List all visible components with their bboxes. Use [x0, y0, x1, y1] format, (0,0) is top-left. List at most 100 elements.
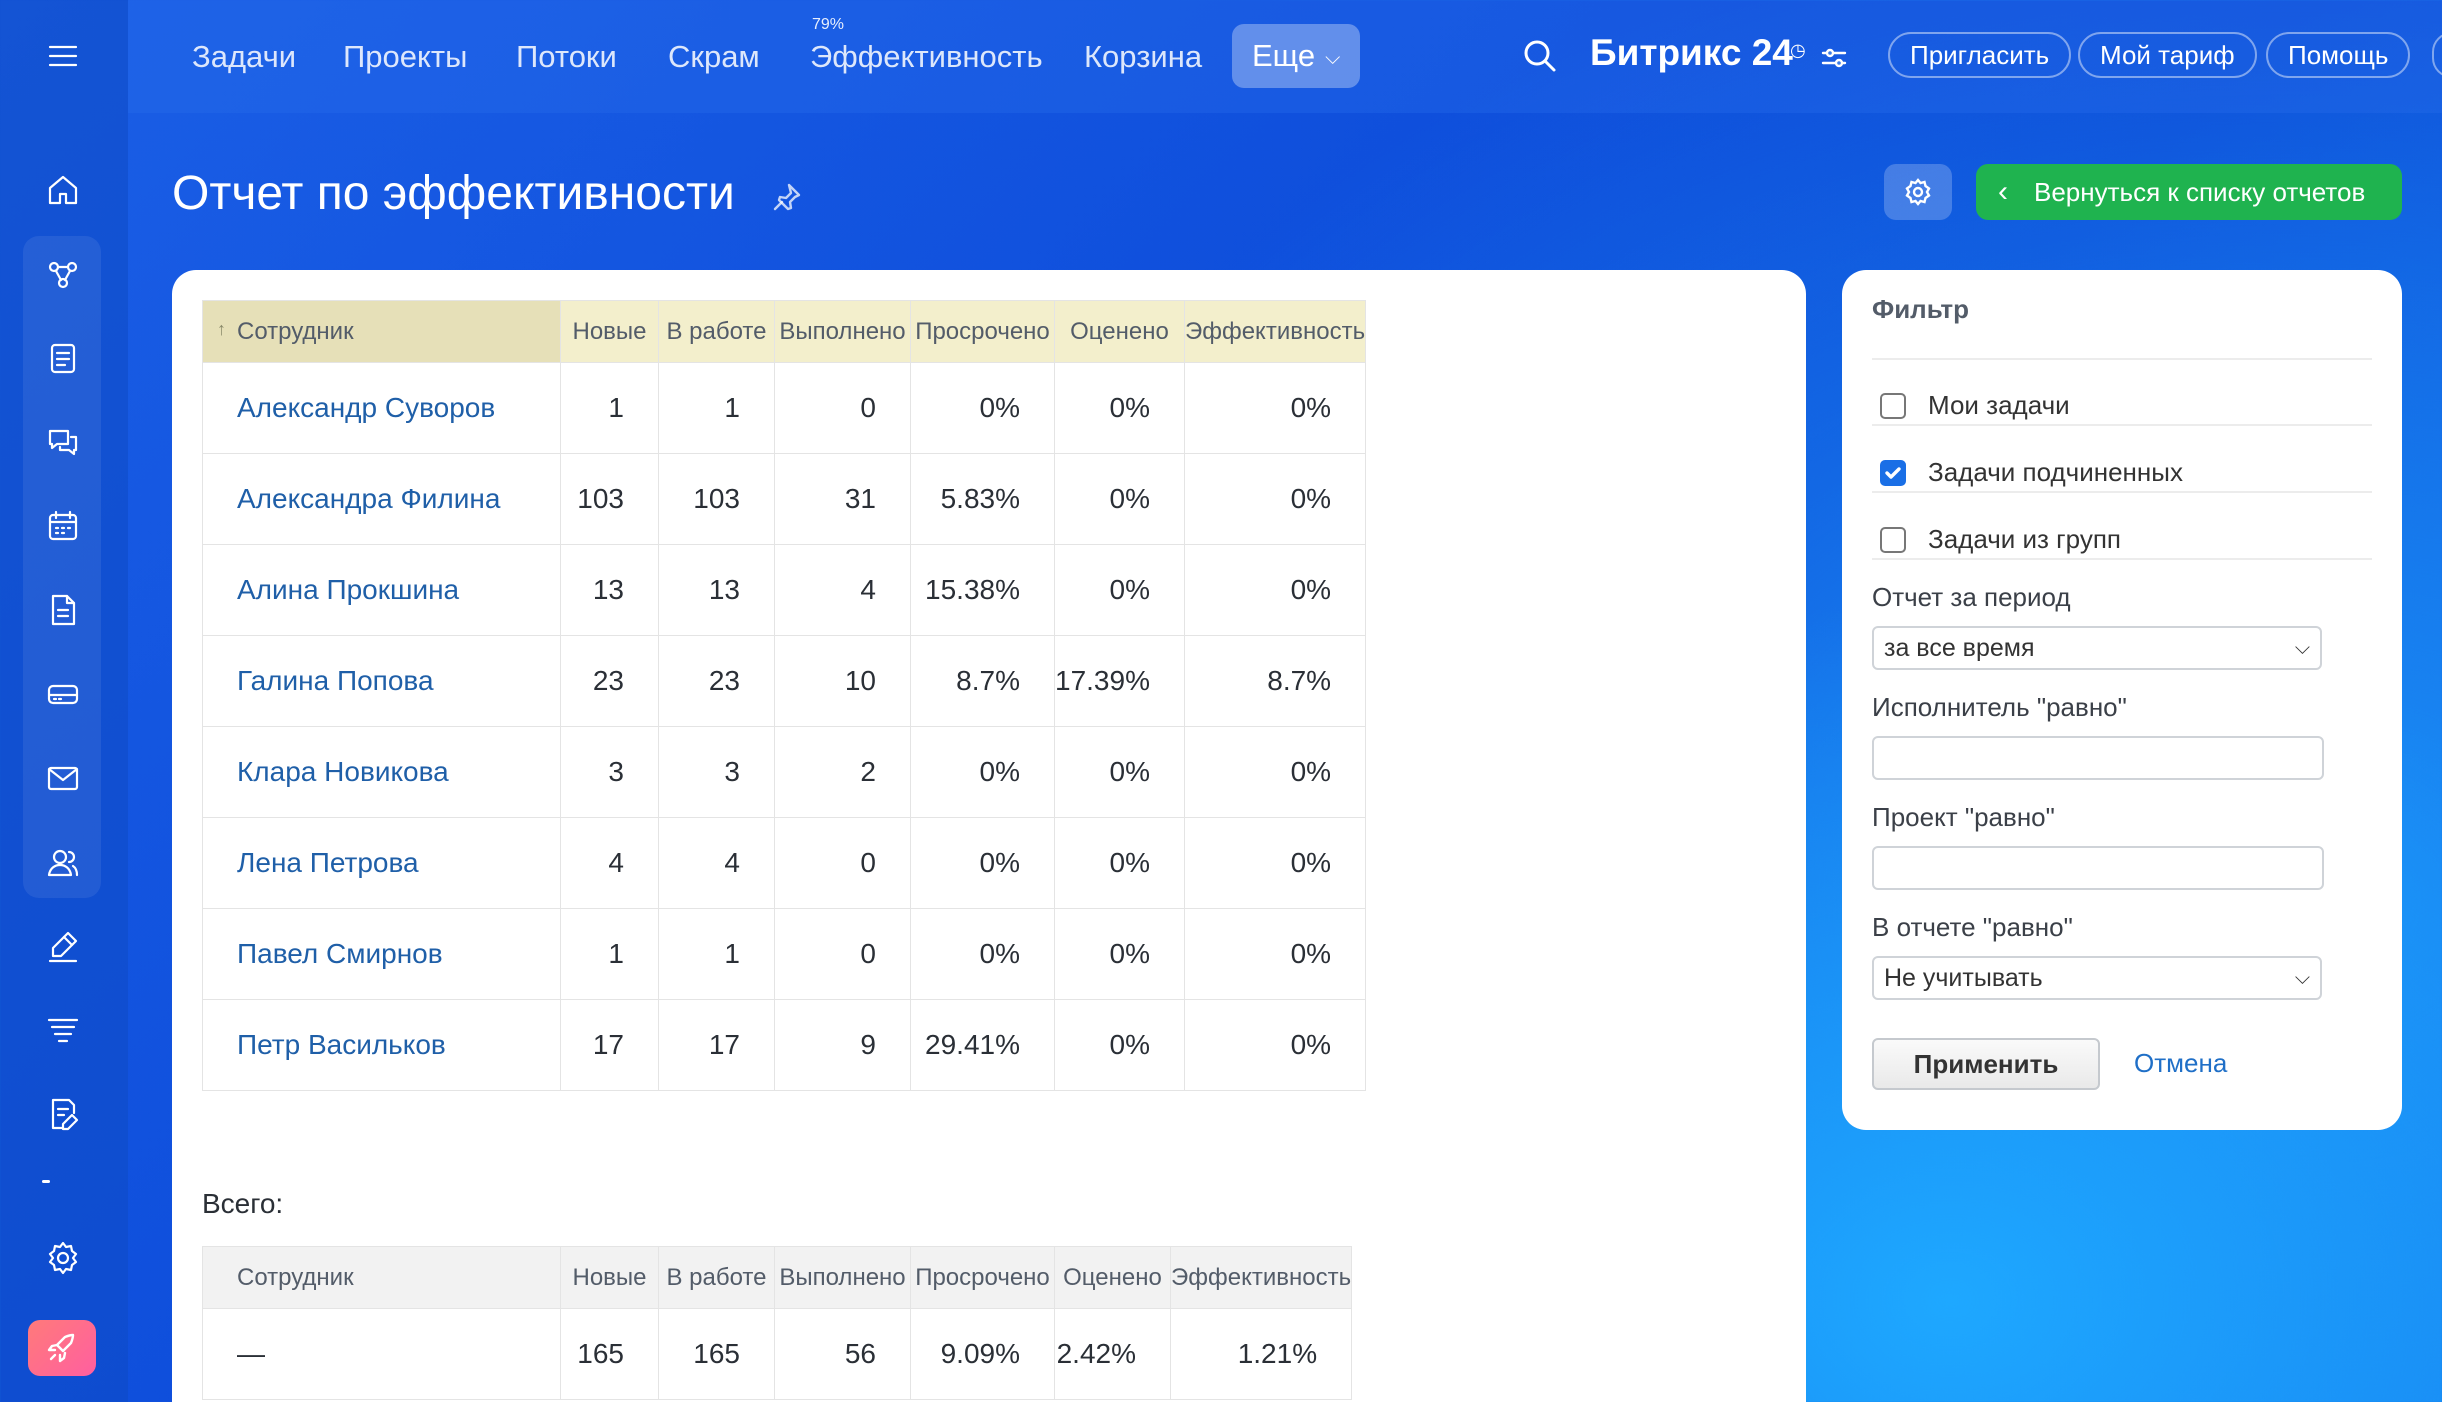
settings-button[interactable]: [1884, 164, 1952, 220]
check-group-tasks[interactable]: Задачи из групп: [1880, 524, 2121, 555]
employee-name[interactable]: Павел Смирнов: [202, 908, 561, 1000]
filter-panel: Фильтр Мои задачи Задачи подчиненных Зад…: [1842, 270, 2402, 1130]
new-count: 17: [560, 999, 659, 1091]
checkbox[interactable]: [1880, 392, 1906, 419]
employee-name[interactable]: Лена Петрова: [202, 817, 561, 909]
back-to-reports-button[interactable]: ‹ Вернуться к списку отчетов: [1976, 164, 2402, 220]
sign-icon[interactable]: [25, 908, 101, 984]
efficiency-pct: 0%: [1183, 726, 1367, 818]
period-label: Отчет за период: [1872, 582, 2071, 612]
divider: [1872, 491, 2372, 493]
nav-scrum[interactable]: Скрам: [668, 34, 760, 80]
chevron-left-icon: ‹: [1998, 175, 2008, 208]
table-row: Алина Прокшина 13 13 4 15.38% 0% 0%: [202, 544, 1367, 636]
document-icon[interactable]: [25, 572, 101, 648]
brand-logo[interactable]: Битрикс 24: [1590, 32, 1793, 74]
new-count: 13: [560, 544, 659, 636]
in-report-select[interactable]: Не учитывать ⌵: [1872, 956, 2322, 1000]
nav-more-button[interactable]: Еще ⌵: [1232, 24, 1360, 88]
chevron-down-icon: ⌵: [1325, 46, 1341, 69]
in-work-count: 1: [658, 362, 775, 454]
rated-pct: 0%: [1054, 362, 1185, 454]
contacts-icon[interactable]: [25, 824, 101, 900]
in-work-count: 17: [658, 999, 775, 1091]
col-done[interactable]: Выполнено: [774, 300, 911, 363]
checkbox[interactable]: [1880, 526, 1906, 553]
chat-icon[interactable]: [25, 404, 101, 480]
invite-button[interactable]: Пригласить: [1888, 32, 2072, 78]
project-input[interactable]: [1872, 846, 2324, 890]
new-count: 1: [560, 362, 659, 454]
nav-trash[interactable]: Корзина: [1084, 34, 1202, 80]
calendar-icon[interactable]: [25, 488, 101, 564]
executor-input[interactable]: [1872, 736, 2324, 780]
employee-name[interactable]: Александр Суворов: [202, 362, 561, 454]
divider: [1872, 558, 2372, 560]
my-tariff-button[interactable]: Мой тариф: [2078, 32, 2257, 78]
done-count: 0: [774, 362, 911, 454]
mail-icon[interactable]: [25, 740, 101, 816]
home-icon[interactable]: [25, 152, 101, 228]
clock-icon: ◷: [1790, 40, 1806, 60]
table-row: Александр Суворов 1 1 0 0% 0% 0%: [202, 362, 1367, 454]
nav-efficiency[interactable]: Эффективность: [810, 34, 1043, 80]
sliders-icon[interactable]: [1818, 42, 1850, 74]
tasks-icon[interactable]: [25, 320, 101, 396]
apply-button[interactable]: Применить: [1872, 1038, 2100, 1090]
in-work-count: 23: [658, 635, 775, 727]
table-row: Александра Филина 103 103 31 5.83% 0% 0%: [202, 453, 1367, 545]
efficiency-pct: 0%: [1183, 817, 1367, 909]
total-label: Всего:: [202, 1188, 284, 1219]
chevron-down-icon: ⌵: [2294, 637, 2310, 659]
nav-projects[interactable]: Проекты: [343, 34, 467, 80]
total-col-new: Новые: [560, 1246, 659, 1309]
total-col-in-work: В работе: [658, 1246, 775, 1309]
employee-name[interactable]: Клара Новикова: [202, 726, 561, 818]
pin-icon[interactable]: [770, 180, 804, 214]
employee-name[interactable]: Галина Попова: [202, 635, 561, 727]
nav-tasks[interactable]: Задачи: [192, 34, 296, 80]
executor-label: Исполнитель "равно": [1872, 692, 2127, 722]
efficiency-badge: 79%: [812, 16, 845, 33]
col-in-work[interactable]: В работе: [658, 300, 775, 363]
col-rated[interactable]: Оценено: [1054, 300, 1185, 363]
col-employee[interactable]: ↑ Сотрудник: [202, 300, 561, 363]
search-icon[interactable]: [1520, 36, 1560, 76]
menu-icon[interactable]: [25, 18, 101, 94]
total-col-done: Выполнено: [774, 1246, 911, 1309]
check-my-tasks-label: Мои задачи: [1928, 390, 2070, 420]
efficiency-pct: 0%: [1183, 362, 1367, 454]
overdue-pct: 0%: [910, 908, 1055, 1000]
total-col-rated: Оценено: [1054, 1246, 1171, 1309]
check-subordinate-tasks[interactable]: Задачи подчиненных: [1880, 457, 2183, 488]
checkmark-icon: [1885, 466, 1901, 479]
employee-name[interactable]: Петр Васильков: [202, 999, 561, 1091]
report-header-row: ↑ Сотрудник Новые В работе Выполнено Прос…: [202, 300, 1367, 363]
rated-pct: 0%: [1054, 453, 1185, 545]
new-count: 103: [560, 453, 659, 545]
col-overdue[interactable]: Просрочено: [910, 300, 1055, 363]
rocket-icon[interactable]: [28, 1320, 96, 1376]
new-count: 23: [560, 635, 659, 727]
employee-name[interactable]: Алина Прокшина: [202, 544, 561, 636]
total-table: Сотрудник Новые В работе Выполнено Проср…: [202, 1246, 1353, 1400]
done-count: 31: [774, 453, 911, 545]
settings-icon[interactable]: [25, 1220, 101, 1296]
edit-list-icon[interactable]: [25, 1076, 101, 1152]
col-new[interactable]: Новые: [560, 300, 659, 363]
cancel-link[interactable]: Отмена: [2134, 1048, 2227, 1079]
report-table: ↑ Сотрудник Новые В работе Выполнено Прос…: [202, 300, 1367, 1091]
help-button[interactable]: Помощь: [2266, 32, 2411, 78]
check-my-tasks[interactable]: Мои задачи: [1880, 390, 2070, 421]
report-card: ↑ Сотрудник Новые В работе Выполнено Прос…: [172, 270, 1806, 1402]
checkbox-checked[interactable]: [1880, 459, 1906, 486]
drive-icon[interactable]: [25, 656, 101, 732]
rated-pct: 0%: [1054, 999, 1185, 1091]
in-work-count: 103: [658, 453, 775, 545]
funnel-icon[interactable]: [25, 992, 101, 1068]
col-efficiency[interactable]: Эффективность: [1183, 300, 1367, 363]
employee-name[interactable]: Александра Филина: [202, 453, 561, 545]
period-select[interactable]: за все время ⌵: [1872, 626, 2322, 670]
flow-icon[interactable]: [25, 236, 101, 312]
nav-flows[interactable]: Потоки: [516, 34, 617, 80]
